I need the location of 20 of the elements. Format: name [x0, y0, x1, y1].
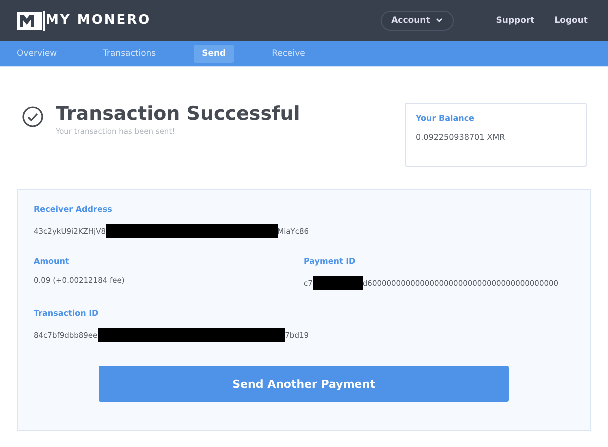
nav-tab[interactable]: Overview: [9, 44, 66, 62]
nav-tab[interactable]: Receive: [264, 44, 314, 62]
balance-value: 0.092250938701 XMR: [416, 133, 506, 142]
header-link[interactable]: Logout: [554, 16, 588, 26]
account-dropdown[interactable]: Account: [380, 10, 454, 30]
page-title: Transaction Successful: [56, 102, 300, 127]
header-link[interactable]: Support: [496, 16, 535, 26]
logo-icon: [17, 10, 46, 30]
redaction-bar: [312, 276, 363, 290]
check-circle-icon: [22, 106, 44, 128]
caret-icon: [436, 18, 444, 23]
balance-label: Your Balance: [416, 114, 476, 123]
field-label: Receiver Address: [34, 205, 114, 214]
field-label: Amount: [34, 257, 70, 266]
logo-text: MY MONERO: [46, 13, 152, 28]
nav-tab[interactable]: Transactions: [95, 44, 164, 62]
send-another-payment-button[interactable]: Send Another Payment: [99, 366, 509, 402]
nav-tab[interactable]: Send: [194, 44, 234, 62]
field-label: Payment ID: [304, 257, 357, 266]
field-label: Transaction ID: [34, 309, 100, 318]
